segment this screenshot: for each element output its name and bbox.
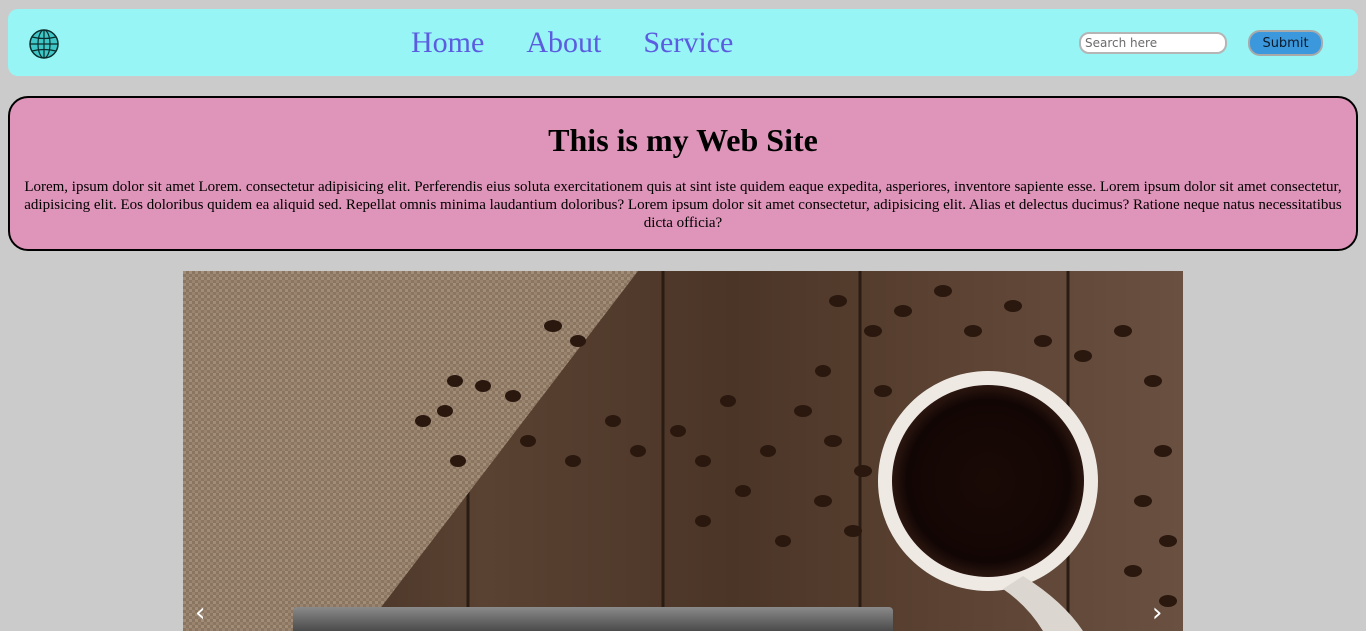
navbar: Home About Service Submit — [8, 9, 1358, 76]
nav-link-about[interactable]: About — [526, 26, 601, 60]
search-input[interactable] — [1079, 32, 1227, 54]
coffee-cup-and-beans-photo — [183, 271, 1183, 631]
slider-prev-arrow[interactable]: ‹ — [195, 598, 205, 628]
slider-next-arrow[interactable]: › — [1152, 598, 1162, 628]
nav-link-home[interactable]: Home — [411, 26, 484, 60]
hero-text: Lorem, ipsum dolor sit amet Lorem. conse… — [24, 179, 1342, 231]
submit-button[interactable]: Submit — [1248, 30, 1323, 56]
image-slider: ‹ › — [183, 271, 1183, 631]
nav-link-service[interactable]: Service — [643, 26, 733, 60]
main-nav: Home About Service — [411, 26, 733, 60]
page-title: This is my Web Site — [548, 122, 818, 158]
globe-icon[interactable] — [28, 28, 60, 60]
hero-section: This is my Web Site Lorem, ipsum dolor s… — [8, 96, 1358, 251]
